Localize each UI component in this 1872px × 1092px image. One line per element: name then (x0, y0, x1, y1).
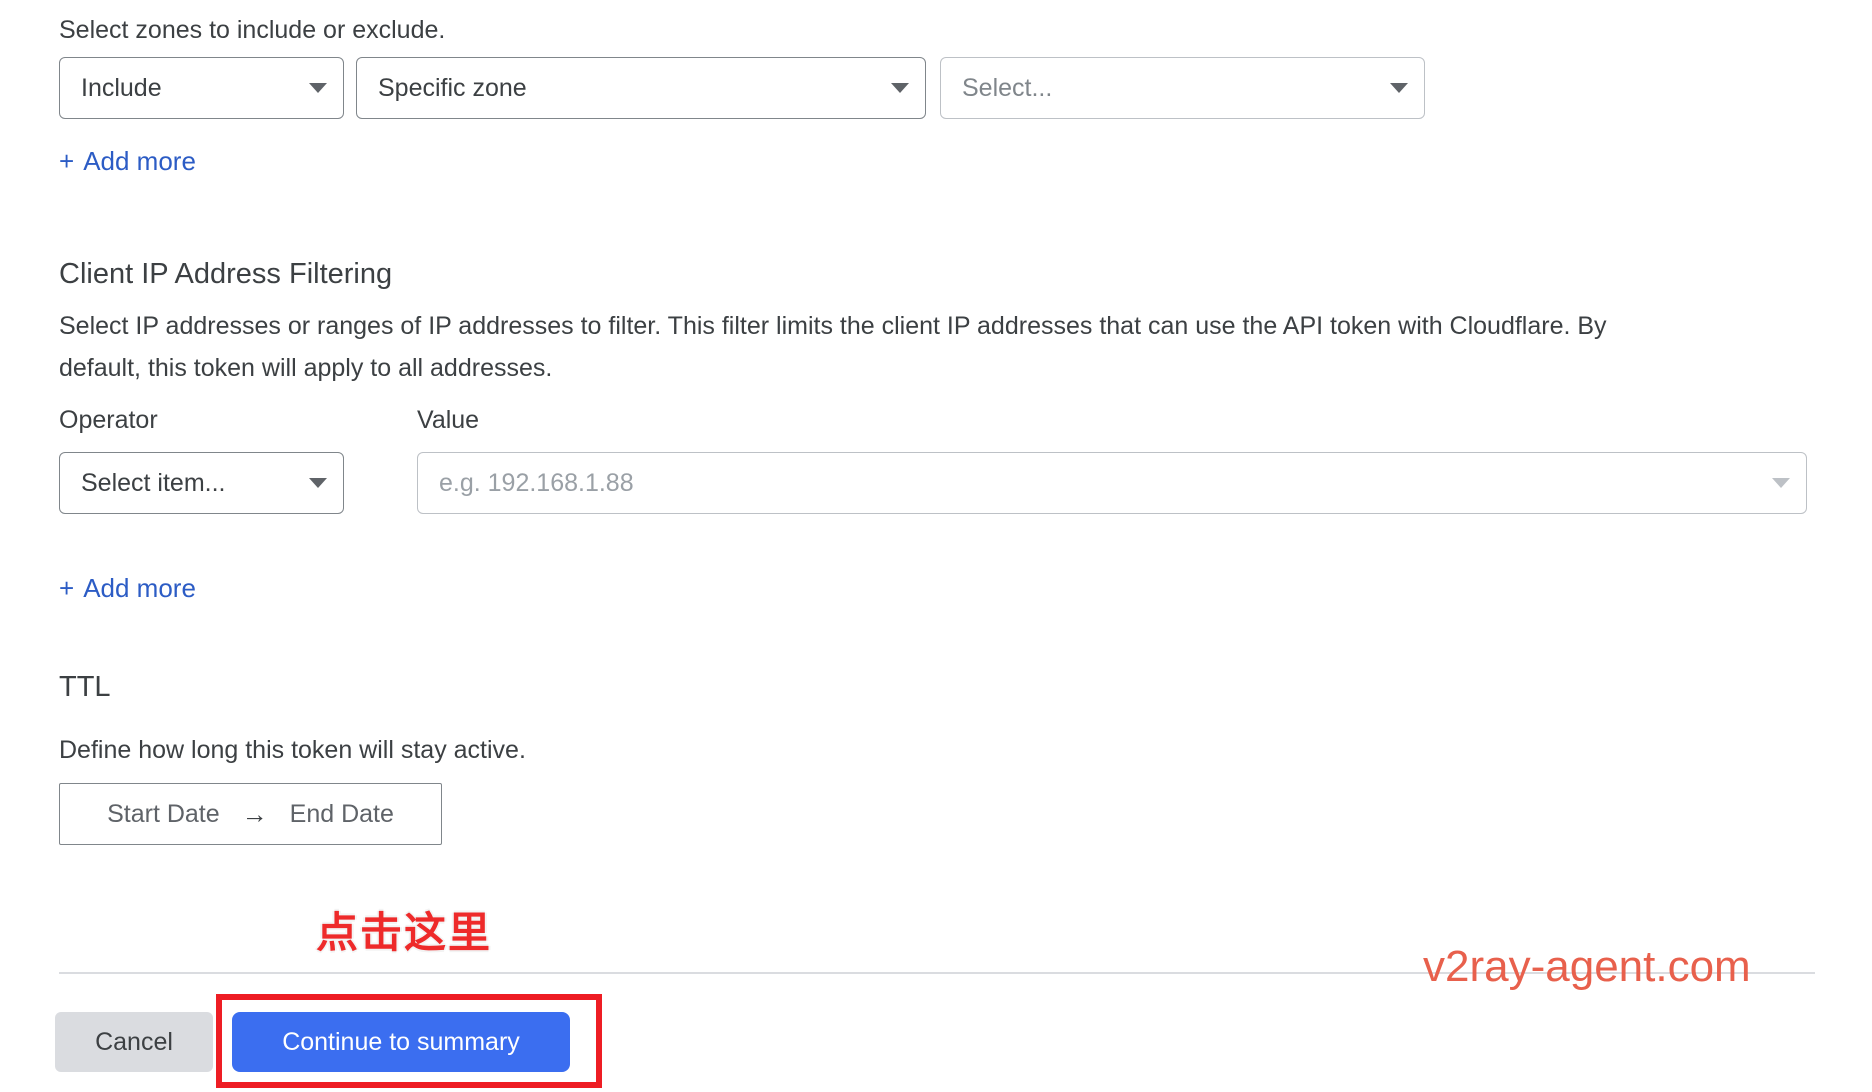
chevron-down-icon (1772, 478, 1790, 488)
ip-value-input[interactable]: e.g. 192.168.1.88 (417, 452, 1807, 514)
continue-to-summary-button[interactable]: Continue to summary (232, 1012, 570, 1072)
ttl-heading: TTL (59, 671, 111, 703)
zone-value-placeholder: Select... (962, 73, 1053, 102)
zone-value-select[interactable]: Select... (940, 57, 1425, 119)
ip-value-placeholder: e.g. 192.168.1.88 (439, 468, 634, 497)
cancel-button[interactable]: Cancel (55, 1012, 213, 1072)
add-more-zones-label: Add more (83, 146, 196, 176)
arrow-right-icon: → (241, 798, 268, 829)
operator-select[interactable]: Select item... (59, 452, 344, 514)
footer-divider (59, 972, 1815, 974)
chevron-down-icon (309, 478, 327, 488)
client-ip-filtering-heading: Client IP Address Filtering (59, 258, 393, 290)
client-ip-filtering-description: Select IP addresses or ranges of IP addr… (59, 312, 1607, 382)
add-more-zones-link[interactable]: + Add more (59, 145, 196, 177)
chevron-down-icon (891, 83, 909, 93)
add-more-ip-link[interactable]: + Add more (59, 572, 196, 604)
operator-select-value: Select item... (81, 468, 226, 497)
zones-selectors-row: Include Specific zone Select... (59, 57, 1759, 119)
zones-hint-text: Select zones to include or exclude. (59, 16, 446, 44)
add-more-ip-label: Add more (83, 573, 196, 603)
chevron-down-icon (309, 83, 327, 93)
plus-icon: + (59, 146, 75, 176)
annotation-click-here-text: 点击这里 (316, 909, 493, 956)
zone-include-exclude-select[interactable]: Include (59, 57, 344, 119)
zone-type-select[interactable]: Specific zone (356, 57, 926, 119)
watermark-text: v2ray-agent.com (1423, 942, 1751, 991)
api-token-form-page: Select zones to include or exclude. Incl… (0, 0, 1872, 1092)
ttl-start-date[interactable]: Start Date (107, 800, 220, 829)
plus-icon: + (59, 573, 75, 603)
chevron-down-icon (1390, 83, 1408, 93)
operator-label: Operator (59, 406, 158, 434)
ttl-end-date[interactable]: End Date (290, 800, 394, 829)
ttl-date-range-picker[interactable]: Start Date → End Date (59, 783, 442, 845)
zone-type-value: Specific zone (378, 73, 527, 102)
ttl-description: Define how long this token will stay act… (59, 736, 526, 764)
zone-include-exclude-value: Include (81, 73, 162, 102)
value-label: Value (417, 406, 480, 434)
